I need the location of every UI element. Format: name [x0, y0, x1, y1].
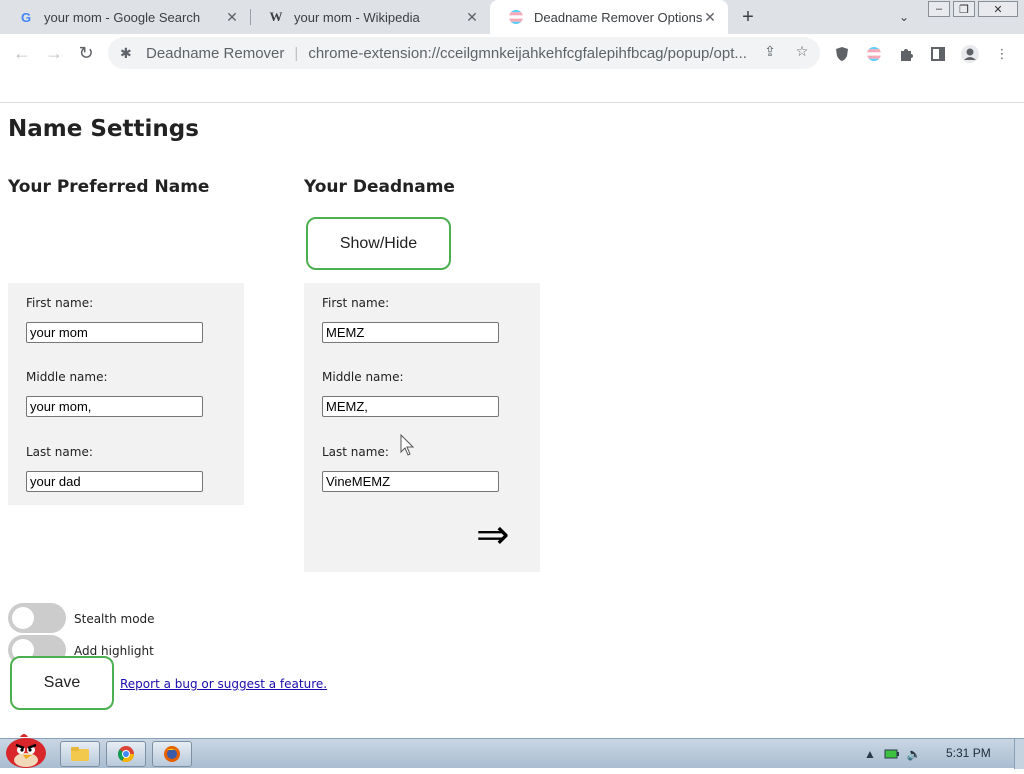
tray-chevron-up-icon[interactable]: ▲: [862, 746, 878, 762]
forward-icon[interactable]: →: [42, 41, 66, 65]
page-divider: [0, 102, 1024, 103]
tab-google-search[interactable]: G your mom - Google Search ✕: [0, 0, 250, 34]
toggle-knob: [12, 607, 34, 629]
tab-strip: G your mom - Google Search ✕ W your mom …: [0, 0, 1024, 34]
close-icon[interactable]: ✕: [224, 9, 240, 25]
google-icon: G: [20, 9, 32, 25]
show-desktop-button[interactable]: [1014, 739, 1024, 769]
tab-title: your mom - Google Search: [44, 9, 201, 25]
minimize-button[interactable]: –: [928, 1, 950, 17]
deadname-panel: First name: Middle name: Last name: ⇒: [304, 283, 540, 572]
show-hide-button[interactable]: Show/Hide: [306, 217, 451, 270]
browser-toolbar: ← → ↻ ✱ Deadname Remover | chrome-extens…: [0, 34, 1024, 72]
stealth-mode-label: Stealth mode: [74, 612, 155, 626]
profile-icon[interactable]: [960, 44, 980, 64]
start-button[interactable]: [2, 731, 50, 769]
share-icon[interactable]: ⇪: [761, 42, 779, 60]
close-icon[interactable]: ✕: [464, 9, 480, 25]
last-name-label: Last name:: [322, 445, 389, 459]
tab-title: your mom - Wikipedia: [294, 9, 420, 25]
extensions-icon[interactable]: [896, 44, 916, 64]
reload-icon[interactable]: ↻: [74, 41, 98, 65]
restore-button[interactable]: ❐: [953, 1, 975, 17]
preferred-first-name-input[interactable]: [26, 322, 203, 343]
deadname-middle-name-input[interactable]: [322, 396, 499, 417]
deadname-heading: Your Deadname: [304, 177, 455, 197]
divider: |: [294, 44, 299, 62]
folder-icon: [71, 747, 89, 761]
page-title: Name Settings: [8, 116, 199, 142]
site-name: Deadname Remover: [146, 44, 285, 62]
menu-kebab-icon[interactable]: ⋮: [992, 44, 1012, 64]
deadname-last-name-input[interactable]: [322, 471, 499, 492]
close-window-button[interactable]: ✕: [978, 1, 1018, 17]
url-text: chrome-extension://cceilgmnkeijahkehfcgf…: [308, 44, 747, 62]
save-button[interactable]: Save: [10, 656, 114, 710]
first-name-label: First name:: [322, 296, 390, 310]
stealth-mode-toggle[interactable]: [8, 603, 66, 633]
deadname-first-name-input[interactable]: [322, 322, 499, 343]
taskbar-explorer[interactable]: [60, 741, 100, 767]
chevron-down-icon[interactable]: ⌄: [894, 8, 914, 26]
tab-wikipedia[interactable]: W your mom - Wikipedia ✕: [250, 0, 490, 34]
preferred-name-panel: First name: Middle name: Last name:: [8, 283, 244, 505]
battery-icon[interactable]: [884, 746, 900, 762]
volume-icon[interactable]: 🔈: [906, 746, 922, 762]
taskbar-firefox[interactable]: [152, 741, 192, 767]
tab-deadname-options[interactable]: Deadname Remover Options ✕: [490, 0, 728, 34]
address-bar[interactable]: ✱ Deadname Remover | chrome-extension://…: [108, 37, 820, 69]
close-icon[interactable]: ✕: [702, 9, 718, 25]
last-name-label: Last name:: [26, 445, 93, 459]
angry-bird-icon: [6, 734, 46, 768]
puzzle-icon: ✱: [120, 44, 132, 61]
firefox-icon: [164, 746, 180, 762]
windows-taskbar: ▲ 🔈 5:31 PM: [0, 734, 1024, 769]
star-icon[interactable]: ☆: [793, 42, 811, 60]
trans-flag-icon: [508, 9, 524, 25]
new-tab-button[interactable]: +: [736, 5, 760, 29]
first-name-label: First name:: [26, 296, 94, 310]
chrome-icon: [117, 746, 135, 763]
ublock-icon[interactable]: [832, 44, 852, 64]
middle-name-label: Middle name:: [322, 370, 404, 384]
trans-flag-icon[interactable]: [864, 44, 884, 64]
preferred-middle-name-input[interactable]: [26, 396, 203, 417]
preferred-name-heading: Your Preferred Name: [8, 177, 210, 197]
report-bug-link[interactable]: Report a bug or suggest a feature.: [120, 677, 327, 691]
taskbar-clock[interactable]: 5:31 PM: [946, 746, 991, 760]
back-icon[interactable]: ←: [10, 41, 34, 65]
tab-title: Deadname Remover Options: [534, 9, 702, 25]
preferred-last-name-input[interactable]: [26, 471, 203, 492]
middle-name-label: Middle name:: [26, 370, 108, 384]
side-panel-icon[interactable]: [928, 44, 948, 64]
mouse-cursor-icon: [400, 434, 415, 456]
arrow-right-icon[interactable]: ⇒: [476, 515, 510, 555]
taskbar-chrome[interactable]: [106, 741, 146, 767]
wikipedia-icon: W: [269, 9, 283, 24]
